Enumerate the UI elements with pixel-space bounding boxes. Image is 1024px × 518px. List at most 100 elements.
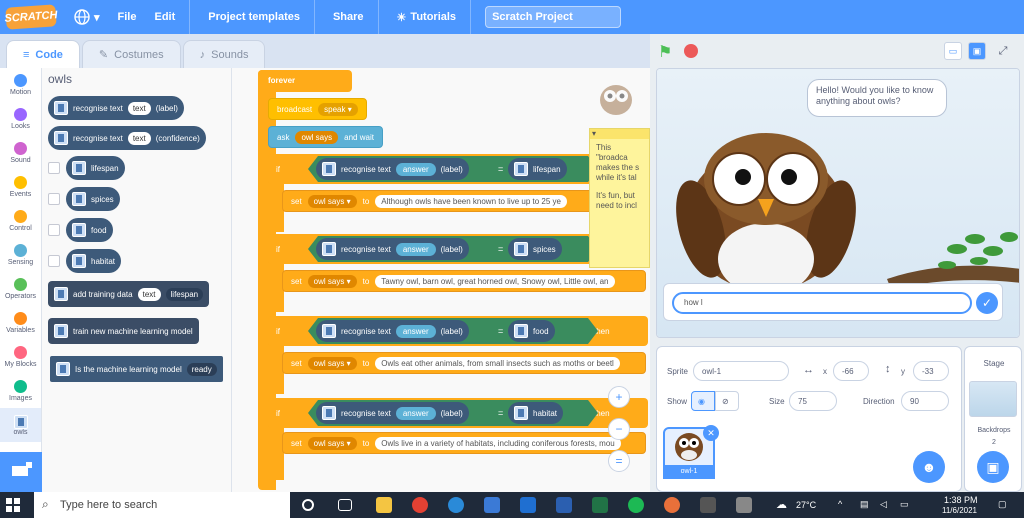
weather-text[interactable]: 27°C [796, 500, 816, 510]
label-reporter[interactable]: lifespan [508, 158, 567, 180]
x-input[interactable]: -66 [833, 361, 869, 381]
language-menu[interactable]: ▾ [74, 9, 100, 25]
variable-reporter[interactable]: owl says [295, 130, 339, 144]
category-images[interactable]: Images [0, 374, 41, 408]
broadcast-block[interactable]: broadcast speak ▾ [268, 98, 367, 120]
sprite-name-input[interactable]: owl-1 [693, 361, 789, 381]
forever-block[interactable]: forever [258, 70, 352, 92]
menu-tutorials[interactable]: ☀ Tutorials [397, 11, 457, 24]
spotify-icon[interactable] [628, 497, 644, 513]
broadcast-dropdown[interactable]: speak ▾ [318, 102, 358, 116]
hide-button[interactable]: ⊘ [715, 391, 739, 411]
category-looks[interactable]: Looks [0, 102, 41, 136]
tray-chevron-icon[interactable]: ^ [838, 499, 842, 509]
set-var-dropdown[interactable]: owl says ▾ [307, 356, 357, 370]
submit-answer-button[interactable]: ✓ [976, 292, 998, 314]
start-button[interactable] [6, 498, 20, 512]
label-reporter[interactable]: spices [508, 238, 562, 260]
category-variables[interactable]: Variables [0, 306, 41, 340]
chrome-icon[interactable] [412, 497, 428, 513]
set-value-input[interactable]: Owls live in a variety of habitats, incl… [375, 436, 621, 450]
label-reporter[interactable]: habitat [508, 402, 564, 424]
green-flag-button[interactable]: ⚑ [658, 42, 672, 62]
project-title-input[interactable]: Scratch Project [485, 6, 622, 28]
category-motion[interactable]: Motion [0, 68, 41, 102]
palette-block-add-training-data[interactable]: add training data text lifespan [48, 281, 210, 307]
word-icon[interactable] [556, 497, 572, 513]
set-var-dropdown[interactable]: owl says ▾ [307, 436, 357, 450]
ask-block[interactable]: ask owl says and wait [268, 126, 383, 148]
block-arg[interactable]: text [127, 101, 151, 115]
set-var-dropdown[interactable]: owl says ▾ [307, 194, 357, 208]
menu-project-templates[interactable]: Project templates [208, 11, 300, 23]
excel-icon[interactable] [592, 497, 608, 513]
palette-block-train-model[interactable]: train new machine learning model [48, 318, 199, 344]
palette-block-recognise-confidence[interactable]: recognise text text (confidence) [48, 126, 206, 150]
palette-block-spices[interactable]: spices [66, 187, 120, 211]
scratch-logo[interactable]: SCRATCH [4, 4, 58, 30]
block-dropdown[interactable]: ready [186, 362, 217, 376]
palette-block-recognise-label[interactable]: recognise text text (label) [48, 96, 184, 120]
show-visible-button[interactable]: ◉ [691, 391, 715, 411]
tab-code[interactable]: ≡ Code [6, 40, 80, 68]
answer-reporter[interactable]: answer [395, 324, 436, 338]
set-value-input[interactable]: Tawny owl, barn owl, great horned owl, S… [375, 274, 615, 288]
menu-file[interactable]: File [118, 11, 137, 23]
palette-block-food[interactable]: food [66, 218, 113, 242]
category-sensing[interactable]: Sensing [0, 238, 41, 272]
volume-icon[interactable]: ◁ [880, 499, 887, 510]
answer-input[interactable]: how l [672, 292, 972, 314]
app-icon[interactable] [700, 497, 716, 513]
store-icon[interactable] [484, 497, 500, 513]
set-block[interactable]: set owl says ▾ to Although owls have been k… [282, 190, 602, 212]
category-events[interactable]: Events [0, 170, 41, 204]
stop-button[interactable] [684, 44, 698, 58]
block-arg[interactable]: text [137, 287, 161, 301]
clock-date[interactable]: 11/6/2021 [942, 506, 977, 515]
size-input[interactable]: 75 [789, 391, 837, 411]
small-stage-button[interactable]: ▭ [944, 42, 962, 60]
category-my-blocks[interactable]: My Blocks [0, 340, 41, 374]
block-dropdown[interactable]: lifespan [165, 287, 204, 301]
choose-sprite-button[interactable]: ☻ [913, 451, 945, 483]
palette-block-habitat[interactable]: habitat [66, 249, 122, 273]
set-block[interactable]: set owl says ▾ to Owls live in a variety of… [282, 432, 646, 454]
recognise-text-reporter[interactable]: recognise text answer (label) [316, 238, 469, 260]
category-owls[interactable]: owls [0, 408, 41, 442]
y-input[interactable]: -33 [913, 361, 949, 381]
menu-share[interactable]: Share [333, 11, 364, 23]
set-block[interactable]: set owl says ▾ to Owls eat other animals, f… [282, 352, 646, 374]
category-sound[interactable]: Sound [0, 136, 41, 170]
answer-reporter[interactable]: answer [395, 162, 436, 176]
block-arg[interactable]: text [127, 131, 151, 145]
label-reporter[interactable]: food [508, 320, 555, 342]
recognise-text-reporter[interactable]: recognise text answer (label) [316, 158, 469, 180]
add-extension-button[interactable] [0, 452, 42, 492]
cortana-icon[interactable] [302, 499, 314, 511]
answer-reporter[interactable]: answer [395, 242, 436, 256]
comment-note[interactable]: ▾ This "broadca makes the s while it's t… [589, 128, 650, 268]
clock-time[interactable]: 1:38 PM [944, 495, 978, 505]
delete-sprite-button[interactable]: ✕ [703, 425, 719, 441]
checkbox-lifespan[interactable] [48, 162, 60, 174]
category-operators[interactable]: Operators [0, 272, 41, 306]
battery-icon[interactable]: ▭ [900, 499, 909, 510]
edge-icon[interactable] [448, 497, 464, 513]
checkbox-habitat[interactable] [48, 255, 60, 267]
tab-costumes[interactable]: ✎ Costumes [81, 40, 181, 68]
zoom-reset-button[interactable]: = [608, 450, 630, 472]
stage-thumbnail[interactable] [969, 381, 1017, 417]
zoom-out-button[interactable]: − [608, 418, 630, 440]
set-block[interactable]: set owl says ▾ to Tawny owl, barn owl, grea… [282, 270, 646, 292]
menu-edit[interactable]: Edit [154, 11, 175, 23]
fullscreen-button[interactable]: ⤢ [994, 42, 1012, 60]
palette-block-is-model-ready[interactable]: Is the machine learning model ready [50, 356, 223, 382]
set-var-dropdown[interactable]: owl says ▾ [307, 274, 357, 288]
checkbox-spices[interactable] [48, 193, 60, 205]
recognise-text-reporter[interactable]: recognise text answer (label) [316, 402, 469, 424]
firefox-icon[interactable] [664, 497, 680, 513]
notifications-icon[interactable]: ▢ [998, 499, 1007, 510]
set-value-input[interactable]: Owls eat other animals, from small insec… [375, 356, 620, 370]
comment-header[interactable]: ▾ [590, 129, 649, 139]
choose-backdrop-button[interactable]: ▣ [977, 451, 1009, 483]
